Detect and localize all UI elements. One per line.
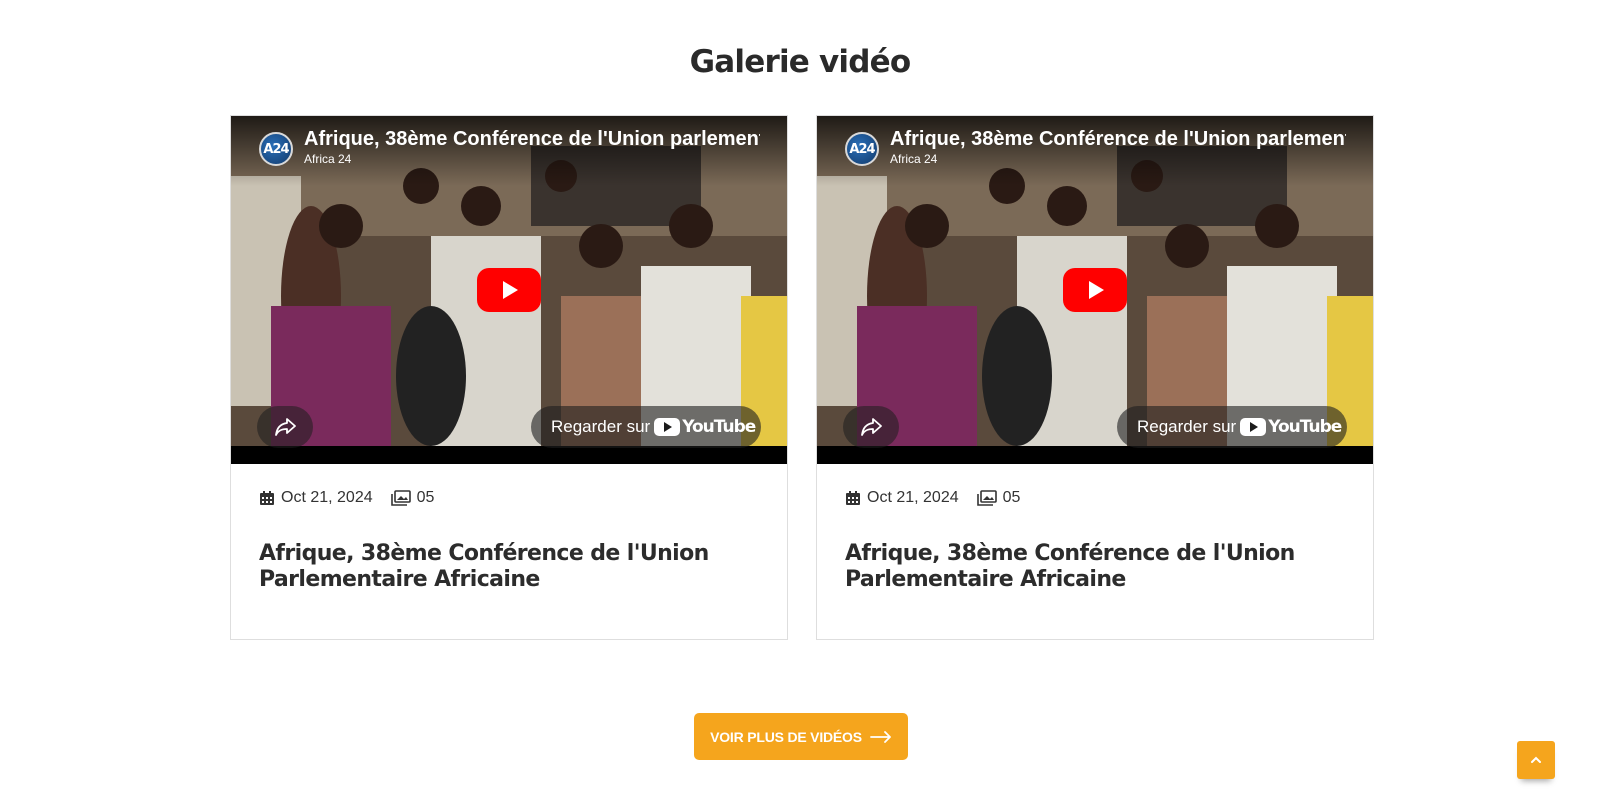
video-top-gradient — [817, 116, 1373, 186]
youtube-logo: YouTube — [654, 417, 756, 437]
watch-label: Regarder sur — [551, 417, 651, 436]
card-meta: Oct 21, 2024 05 — [845, 489, 1020, 507]
youtube-icon — [654, 418, 681, 436]
play-button[interactable] — [477, 268, 541, 312]
card-title[interactable]: Afrique, 38ème Conférence de l'Union Par… — [259, 541, 759, 593]
video-embed[interactable]: A24 Afrique, 38ème Conférence de l'Union… — [817, 116, 1373, 464]
youtube-wordmark: YouTube — [1268, 417, 1342, 437]
video-bottom-bar — [817, 446, 1373, 464]
photo-count: 05 — [416, 489, 435, 506]
youtube-icon — [1240, 418, 1267, 436]
gallery-icon — [976, 490, 997, 506]
video-top-gradient — [231, 116, 787, 186]
video-card: A24 Afrique, 38ème Conférence de l'Union… — [816, 115, 1374, 640]
share-icon — [861, 418, 882, 436]
channel-name[interactable]: Africa 24 — [890, 152, 937, 166]
watch-on-youtube-button[interactable]: Regarder sur YouTube — [1117, 406, 1347, 448]
gallery-icon — [390, 490, 411, 506]
share-icon — [275, 418, 296, 436]
youtube-logo: YouTube — [1240, 417, 1342, 437]
play-button[interactable] — [1063, 268, 1127, 312]
video-embed[interactable]: A24 Afrique, 38ème Conférence de l'Union… — [231, 116, 787, 464]
section-title: Galerie vidéo — [689, 44, 912, 80]
more-videos-label: VOIR PLUS DE VIDÉOS — [710, 728, 862, 745]
calendar-icon — [846, 491, 860, 505]
channel-logo[interactable]: A24 — [845, 132, 879, 166]
more-videos-button[interactable]: VOIR PLUS DE VIDÉOS — [694, 713, 908, 760]
post-date: Oct 21, 2024 — [867, 489, 959, 506]
arrow-right-icon — [869, 730, 891, 743]
video-card: A24 Afrique, 38ème Conférence de l'Union… — [230, 115, 788, 640]
chevron-up-icon — [1531, 756, 1541, 763]
video-embed-title[interactable]: Afrique, 38ème Conférence de l'Union par… — [304, 128, 760, 151]
watch-on-youtube-button[interactable]: Regarder sur YouTube — [531, 406, 761, 448]
share-button[interactable] — [257, 406, 313, 448]
video-embed-title[interactable]: Afrique, 38ème Conférence de l'Union par… — [890, 128, 1346, 151]
channel-name[interactable]: Africa 24 — [304, 152, 351, 166]
watch-label: Regarder sur — [1137, 417, 1237, 436]
video-bottom-bar — [231, 446, 787, 464]
channel-logo[interactable]: A24 — [259, 132, 293, 166]
youtube-wordmark: YouTube — [682, 417, 756, 437]
card-title[interactable]: Afrique, 38ème Conférence de l'Union Par… — [845, 541, 1345, 593]
back-to-top-button[interactable] — [1517, 741, 1555, 779]
post-date: Oct 21, 2024 — [281, 489, 373, 506]
share-button[interactable] — [843, 406, 899, 448]
play-icon — [1089, 281, 1104, 299]
card-meta: Oct 21, 2024 05 — [259, 489, 434, 507]
calendar-icon — [260, 491, 274, 505]
play-icon — [503, 281, 518, 299]
photo-count: 05 — [1002, 489, 1021, 506]
